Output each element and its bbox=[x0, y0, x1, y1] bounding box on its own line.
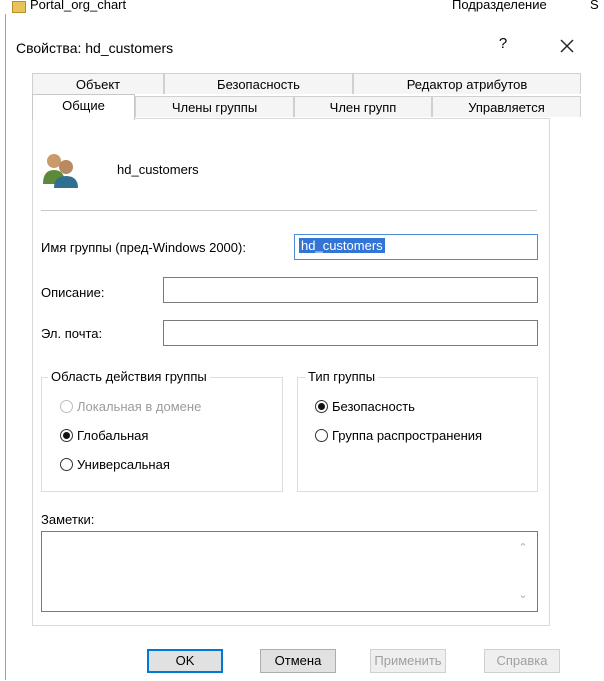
background-column-header-2: S bbox=[590, 0, 599, 12]
help-button[interactable]: Справка bbox=[484, 649, 560, 673]
tab-member-of[interactable]: Член групп bbox=[294, 96, 432, 117]
ok-button[interactable]: OK bbox=[147, 649, 223, 673]
help-question-button[interactable]: ? bbox=[488, 35, 518, 59]
scope-domain-local-option[interactable]: Локальная в домене bbox=[60, 399, 201, 414]
type-security-option[interactable]: Безопасность bbox=[315, 399, 415, 414]
close-button[interactable] bbox=[552, 34, 582, 58]
tab-general[interactable]: Общие bbox=[32, 94, 135, 120]
apply-button[interactable]: Применить bbox=[370, 649, 446, 673]
group-type-title: Тип группы bbox=[305, 369, 379, 384]
radio-checked-icon bbox=[315, 400, 328, 413]
email-field[interactable] bbox=[163, 320, 538, 346]
tab-object[interactable]: Объект bbox=[32, 73, 164, 94]
radio-icon bbox=[60, 458, 73, 471]
scope-global-option[interactable]: Глобальная bbox=[60, 428, 148, 443]
background-window: Portal_org_chart Подразделение S bbox=[0, 0, 604, 14]
scope-universal-option[interactable]: Универсальная bbox=[60, 457, 170, 472]
folder-icon bbox=[12, 1, 26, 13]
pre2000-name-label: Имя группы (пред-Windows 2000): bbox=[41, 240, 246, 255]
tab-managed-by[interactable]: Управляется bbox=[432, 96, 581, 117]
tab-attribute-editor[interactable]: Редактор атрибутов bbox=[353, 73, 581, 94]
close-icon bbox=[560, 39, 574, 53]
notes-label: Заметки: bbox=[41, 512, 95, 527]
separator bbox=[41, 210, 537, 211]
type-distribution-label: Группа распространения bbox=[332, 428, 483, 443]
group-icon bbox=[40, 150, 80, 190]
tab-members[interactable]: Члены группы bbox=[135, 96, 294, 117]
scroll-up-icon[interactable]: ⌃ bbox=[517, 542, 529, 554]
radio-checked-icon bbox=[60, 429, 73, 442]
cancel-button[interactable]: Отмена bbox=[260, 649, 336, 673]
radio-icon bbox=[60, 400, 73, 413]
dialog-title: Свойства: hd_customers bbox=[16, 40, 174, 56]
pre2000-name-value: hd_customers bbox=[299, 238, 385, 253]
radio-icon bbox=[315, 429, 328, 442]
description-label: Описание: bbox=[41, 285, 105, 300]
background-column-header: Подразделение bbox=[452, 0, 547, 12]
email-label: Эл. почта: bbox=[41, 326, 103, 341]
notes-textarea[interactable]: ⌃ ⌄ bbox=[41, 531, 538, 612]
group-display-name: hd_customers bbox=[117, 162, 199, 177]
pre2000-name-field[interactable]: hd_customers bbox=[294, 234, 538, 260]
type-security-label: Безопасность bbox=[332, 399, 415, 414]
tab-security[interactable]: Безопасность bbox=[164, 73, 353, 94]
type-distribution-option[interactable]: Группа распространения bbox=[315, 428, 482, 443]
scroll-down-icon[interactable]: ⌄ bbox=[517, 589, 529, 601]
group-scope-title: Область действия группы bbox=[48, 369, 210, 384]
scope-global-label: Глобальная bbox=[77, 428, 149, 443]
scope-domain-local-label: Локальная в домене bbox=[77, 399, 202, 414]
description-field[interactable] bbox=[163, 277, 538, 303]
scope-universal-label: Универсальная bbox=[77, 457, 170, 472]
background-item-name: Portal_org_chart bbox=[30, 0, 127, 12]
